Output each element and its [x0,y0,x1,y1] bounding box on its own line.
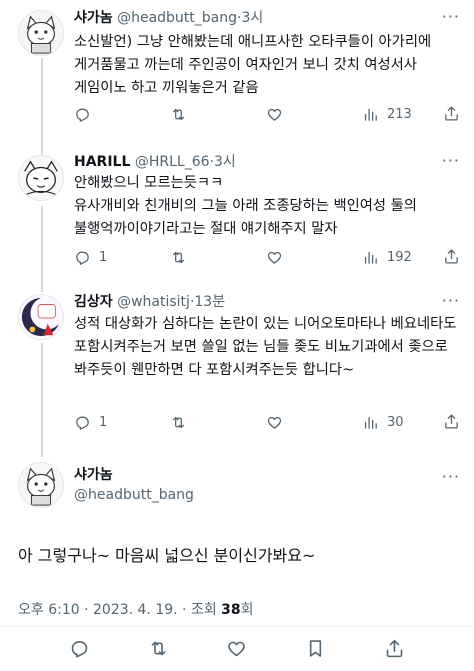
views-icon [364,251,377,264]
user-handle[interactable]: @whatisitj [117,294,190,310]
share-icon [386,639,403,658]
main-tweet-text: 아 그렇구나~ 마음씨 넓으신 분이신가봐요~ [18,546,316,565]
share-button[interactable] [443,105,460,126]
tweet-header: 샤가놈 @headbutt_bang·3시 [74,9,263,27]
retweet-button[interactable] [170,414,266,431]
retweet-button[interactable] [170,106,266,123]
reply-icon [76,108,89,122]
reply-button[interactable]: 1 [74,249,170,266]
cat-avatar-icon [19,11,63,55]
avatar[interactable] [18,294,64,340]
reply-button[interactable] [74,106,170,123]
retweet-icon [151,641,166,656]
views-button[interactable]: 30 [362,414,404,431]
tweet[interactable]: 김상자 @whatisitj·13분 ··· 성적 대상화가 심하다는 논란이 … [0,288,474,448]
tweet-actions: 1 192 [74,247,460,267]
like-button[interactable] [266,106,362,123]
reply-button[interactable]: 1 [74,414,170,431]
display-name[interactable]: HARILL [74,154,130,170]
retweet-icon [172,416,185,428]
heart-icon [228,641,246,657]
more-options-icon[interactable]: ··· [442,293,460,309]
user-handle[interactable]: @headbutt_bang [74,485,194,505]
reply-icon [76,251,89,265]
user-handle[interactable]: @headbutt_bang [117,10,237,26]
heart-icon [267,416,282,429]
views-button[interactable]: 213 [362,106,412,123]
user-handle[interactable]: @HRLL_66 [135,154,210,170]
display-name[interactable]: 김상자 [74,294,113,310]
timestamp[interactable]: 3시 [241,10,263,26]
post-datetime: 오후 6:10 · 2023. 4. 19. · 조회 [18,602,222,618]
share-button[interactable] [443,413,460,434]
share-icon [445,106,458,121]
reply-button[interactable] [69,638,90,659]
share-icon [445,249,458,264]
share-icon [445,414,458,429]
more-options-icon[interactable]: ··· [442,153,460,169]
like-button[interactable] [226,638,247,659]
views-count: 192 [387,249,412,265]
moon-avatar-icon [19,295,63,339]
tweet-meta: 오후 6:10 · 2023. 4. 19. · 조회 38회 [18,599,254,619]
tweet-actions: 1 30 [74,412,460,432]
tweet-actions: 213 [74,104,460,124]
divider [0,626,474,627]
retweet-button[interactable] [148,638,169,659]
reply-count: 1 [99,414,108,430]
views-count: 30 [387,414,404,430]
tweet[interactable]: HARILL @HRLL_66·3시 ··· 안해봤으니 모르는듯ㅋㅋ 유사개비… [0,150,474,288]
tweet[interactable]: 샤가놈 @headbutt_bang·3시 ··· 소신발언) 그냥 안해봤는데… [0,0,474,150]
avatar[interactable] [18,462,64,508]
tweet-header: HARILL @HRLL_66·3시 [74,153,236,171]
reply-count: 1 [99,249,108,265]
view-count[interactable]: 38 [221,602,240,618]
timestamp[interactable]: 3시 [214,154,236,170]
display-name[interactable]: 샤가놈 [74,465,194,485]
reply-icon [71,641,88,658]
view-count-suffix: 회 [240,602,254,618]
bookmark-icon [310,640,322,657]
retweet-icon [172,108,185,120]
avatar[interactable] [18,155,64,201]
display-name[interactable]: 샤가놈 [74,10,113,26]
like-button[interactable] [266,249,362,266]
views-icon [364,416,377,429]
tweet-text: 소신발언) 그냥 안해봤는데 애니프사한 오타쿠들이 아가리에 게거품물고 까는… [74,34,432,96]
heart-icon [267,251,282,264]
main-tweet: 샤가놈 @headbutt_bang ··· 아 그렇구나~ 마음씨 넓으신 분… [0,448,474,671]
retweet-icon [172,251,185,263]
share-button[interactable] [443,248,460,269]
share-button[interactable] [384,638,405,659]
avatar[interactable] [18,10,64,56]
main-tweet-actions [0,638,474,659]
views-count: 213 [387,106,412,122]
retweet-button[interactable] [170,249,266,266]
reply-icon [76,416,89,430]
tweet-text: 성적 대상화가 심하다는 논란이 있는 니어오토마타나 베요네타도 포함시켜주는… [74,316,457,378]
timestamp[interactable]: 13분 [194,294,225,310]
tweet-text: 안해봤으니 모르는듯ㅋㅋ 유사개비와 친개비의 그늘 아래 조종당하는 백인여성… [74,175,417,237]
bookmark-button[interactable] [305,638,326,659]
tweet-header: 김상자 @whatisitj·13분 [74,293,225,311]
views-icon [364,108,377,121]
more-options-icon[interactable]: ··· [442,9,460,25]
main-tweet-header: 샤가놈 @headbutt_bang [74,465,194,505]
heart-icon [267,108,282,121]
more-options-icon[interactable]: ··· [442,469,460,485]
like-button[interactable] [266,414,362,431]
sketch-avatar-icon [19,156,63,200]
views-button[interactable]: 192 [362,249,412,266]
cat-avatar-icon [19,463,63,507]
